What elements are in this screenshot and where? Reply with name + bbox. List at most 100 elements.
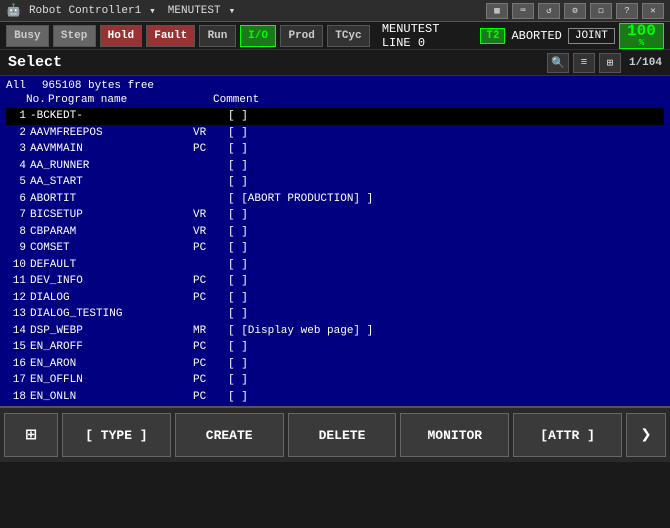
info-all: All bbox=[6, 80, 26, 92]
row-number: 4 bbox=[6, 160, 28, 172]
zoom-icon[interactable]: 🔍 bbox=[547, 53, 569, 73]
attr-button[interactable]: [ATTR ] bbox=[513, 413, 622, 457]
table-row[interactable]: 4AA_RUNNER [ ] bbox=[6, 158, 664, 175]
row-name: COMSET bbox=[28, 242, 193, 254]
row-type: PC bbox=[193, 391, 228, 403]
grid-view-icon[interactable]: ⊞ bbox=[599, 53, 621, 73]
row-number: 18 bbox=[6, 391, 28, 403]
row-type: PC bbox=[193, 358, 228, 370]
table-row[interactable]: 8CBPARAMVR[ ] bbox=[6, 224, 664, 241]
table-row[interactable]: 14DSP_WEBPMR[ [Display web page] ] bbox=[6, 323, 664, 340]
row-type: MR bbox=[193, 325, 228, 337]
row-comment: [ ] bbox=[228, 358, 248, 370]
row-name: -BCKEDT- bbox=[28, 110, 193, 122]
title-dropdown-arrow[interactable]: ▾ bbox=[149, 4, 156, 18]
fault-button[interactable]: Fault bbox=[146, 25, 195, 47]
col-name-header: Program name bbox=[48, 94, 213, 106]
busy-button[interactable]: Busy bbox=[6, 25, 49, 47]
row-name: DIALOG_TESTING bbox=[28, 308, 193, 320]
row-comment: [ ] bbox=[228, 259, 248, 271]
table-row[interactable]: 15EN_AROFFPC[ ] bbox=[6, 339, 664, 356]
hold-button[interactable]: Hold bbox=[100, 25, 143, 47]
table-row[interactable]: 7BICSETUPVR[ ] bbox=[6, 207, 664, 224]
row-name: BICSETUP bbox=[28, 209, 193, 221]
row-comment: [ ] bbox=[228, 160, 248, 172]
tcyc-button[interactable]: TCyc bbox=[327, 25, 370, 47]
table-row[interactable]: 10DEFAULT [ ] bbox=[6, 257, 664, 274]
grid-button[interactable]: ⊞ bbox=[4, 413, 58, 457]
prod-button[interactable]: Prod bbox=[280, 25, 323, 47]
row-name: DEV_INFO bbox=[28, 275, 193, 287]
io-button[interactable]: I/O bbox=[240, 25, 277, 47]
refresh-btn[interactable]: ↺ bbox=[538, 3, 560, 19]
row-type: VR bbox=[193, 209, 228, 221]
row-comment: [ ] bbox=[228, 308, 248, 320]
table-row[interactable]: 16EN_ARONPC[ ] bbox=[6, 356, 664, 373]
menu-status: MENUTEST LINE 0 T2 ABORTED JOINT bbox=[382, 22, 615, 50]
run-button[interactable]: Run bbox=[199, 25, 236, 47]
row-number: 16 bbox=[6, 358, 28, 370]
table-row[interactable]: 6ABORTIT[ [ABORT PRODUCTION] ] bbox=[6, 191, 664, 208]
table-row[interactable]: 12DIALOGPC[ ] bbox=[6, 290, 664, 307]
title-menu-dropdown[interactable]: ▾ bbox=[229, 4, 236, 18]
calc-btn[interactable]: ▦ bbox=[486, 3, 508, 19]
delete-button[interactable]: DELETE bbox=[288, 413, 397, 457]
step-button[interactable]: Step bbox=[53, 25, 96, 47]
row-name: DSP_WEBP bbox=[28, 325, 193, 337]
table-row[interactable]: 3AAVMMAINPC[ ] bbox=[6, 141, 664, 158]
settings-btn[interactable]: ⚙ bbox=[564, 3, 586, 19]
row-number: 1 bbox=[6, 110, 28, 122]
header-icons: 🔍 ≡ ⊞ 1/104 bbox=[547, 53, 662, 73]
row-number: 7 bbox=[6, 209, 28, 221]
row-comment: [ ] bbox=[228, 341, 248, 353]
create-button[interactable]: CREATE bbox=[175, 413, 284, 457]
help-btn[interactable]: ? bbox=[616, 3, 638, 19]
next-button[interactable]: ❯ bbox=[626, 413, 666, 457]
keyboard-btn[interactable]: ⌨ bbox=[512, 3, 534, 19]
row-comment: [ [Display web page] ] bbox=[228, 325, 373, 337]
table-row[interactable]: 17EN_OFFLNPC[ ] bbox=[6, 372, 664, 389]
row-type: PC bbox=[193, 292, 228, 304]
row-type: VR bbox=[193, 127, 228, 139]
window-btn[interactable]: ◻ bbox=[590, 3, 612, 19]
row-name: AA_RUNNER bbox=[28, 160, 193, 172]
select-title: Select bbox=[8, 54, 547, 71]
row-name: CBPARAM bbox=[28, 226, 193, 238]
robot-label[interactable]: Robot Controller1 bbox=[29, 5, 141, 17]
status-bar: Busy Step Hold Fault Run I/O Prod TCyc M… bbox=[0, 22, 670, 50]
table-row[interactable]: 13DIALOG_TESTING [ ] bbox=[6, 306, 664, 323]
row-comment: [ ] bbox=[228, 110, 248, 122]
row-number: 17 bbox=[6, 374, 28, 386]
row-comment: [ ] bbox=[228, 374, 248, 386]
table-row[interactable]: 2AAVMFREEPOSVR[ ] bbox=[6, 125, 664, 142]
row-name: DIALOG bbox=[28, 292, 193, 304]
column-headers: No. Program name Comment bbox=[6, 94, 664, 106]
col-comment-header: Comment bbox=[213, 94, 413, 106]
row-comment: [ ] bbox=[228, 226, 248, 238]
type-button[interactable]: [ TYPE ] bbox=[62, 413, 171, 457]
table-row[interactable]: 18EN_ONLNPC[ ] bbox=[6, 389, 664, 406]
row-name: EN_OFFLN bbox=[28, 374, 193, 386]
row-comment: [ ] bbox=[228, 275, 248, 287]
row-number: 3 bbox=[6, 143, 28, 155]
close-btn[interactable]: ✕ bbox=[642, 3, 664, 19]
row-comment: [ ] bbox=[228, 242, 248, 254]
table-row[interactable]: 1-BCKEDT- [ ] bbox=[6, 108, 664, 125]
row-name: AA_START bbox=[28, 176, 193, 188]
row-comment: [ ] bbox=[228, 391, 248, 403]
table-row[interactable]: 9COMSETPC[ ] bbox=[6, 240, 664, 257]
row-comment: [ [ABORT PRODUCTION] ] bbox=[228, 193, 373, 205]
type-label: [ TYPE ] bbox=[85, 428, 147, 443]
table-row[interactable]: 11DEV_INFOPC[ ] bbox=[6, 273, 664, 290]
row-type: PC bbox=[193, 275, 228, 287]
monitor-button[interactable]: MONITOR bbox=[400, 413, 509, 457]
row-number: 12 bbox=[6, 292, 28, 304]
row-name: DEFAULT bbox=[28, 259, 193, 271]
row-number: 14 bbox=[6, 325, 28, 337]
list-view-icon[interactable]: ≡ bbox=[573, 53, 595, 73]
row-type: VR bbox=[193, 226, 228, 238]
row-number: 8 bbox=[6, 226, 28, 238]
menu-label[interactable]: MENUTEST bbox=[168, 5, 221, 17]
table-row[interactable]: 5AA_START [ ] bbox=[6, 174, 664, 191]
row-comment: [ ] bbox=[228, 292, 248, 304]
